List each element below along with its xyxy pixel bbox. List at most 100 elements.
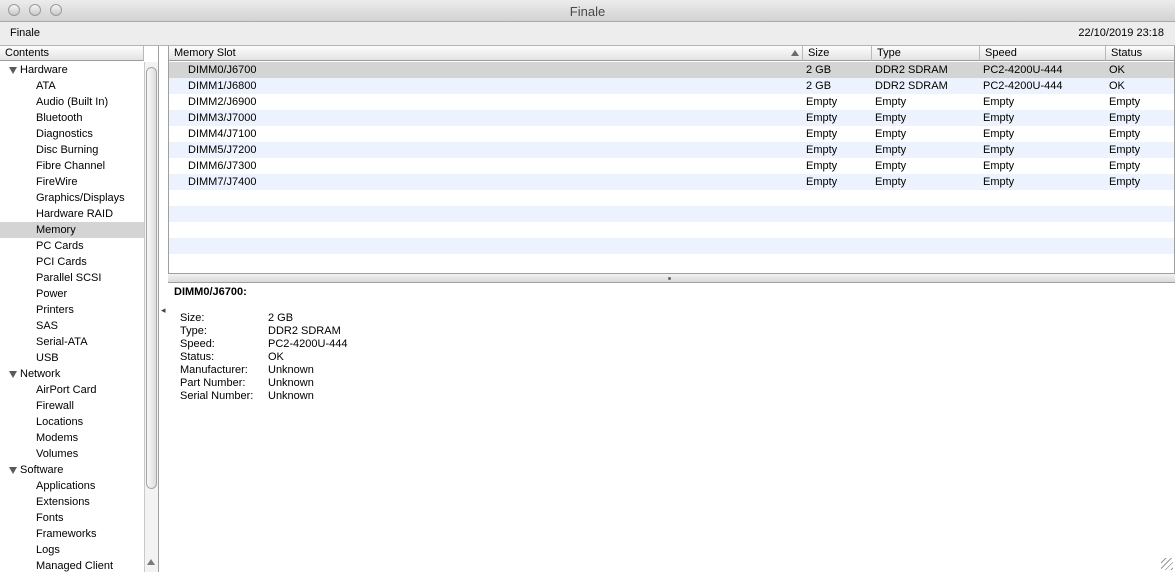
sidebar-item[interactable]: Serial-ATA [0,334,144,350]
sidebar-category[interactable]: Network [0,366,144,382]
column-header-size[interactable]: Size [803,46,872,61]
sidebar-item[interactable]: PC Cards [0,238,144,254]
sidebar-item[interactable]: Locations [0,414,144,430]
sidebar-item-label: Applications [36,480,96,492]
sidebar-item-label: Volumes [36,448,79,460]
table-row[interactable]: DIMM6/J7300 Empty Empty Empty Empty [169,158,1174,174]
table-row [169,206,1174,222]
split-handle-icon [668,277,671,280]
disclosure-triangle-icon[interactable] [9,371,17,378]
sidebar-item-label: Disc Burning [36,144,99,156]
sidebar-item[interactable]: Graphics/Displays [0,190,144,206]
cell-speed: Empty [983,144,1015,156]
contents-column-header[interactable]: Contents [0,46,144,61]
sidebar-item-label: Network [20,368,61,380]
sidebar-item[interactable]: PCI Cards [0,254,144,270]
sidebar-item[interactable]: Audio (Built In) [0,94,144,110]
sidebar-item[interactable]: Firewall [0,398,144,414]
sidebar-item[interactable]: Extensions [0,494,144,510]
cell-speed: Empty [983,176,1015,188]
disclosure-triangle-icon[interactable] [9,467,17,474]
sidebar-item[interactable]: Applications [0,478,144,494]
sidebar-item[interactable]: Parallel SCSI [0,270,144,286]
table-row[interactable]: DIMM5/J7200 Empty Empty Empty Empty [169,142,1174,158]
horizontal-split-bar[interactable] [168,274,1175,283]
window-resize-grip-icon[interactable] [1161,558,1173,570]
computer-header: Finale 22/10/2019 23:18 [0,22,1175,46]
cell-speed: PC2-4200U-444 [983,80,1063,92]
sidebar-scroll-thumb[interactable] [146,67,157,489]
table-row[interactable]: DIMM7/J7400 Empty Empty Empty Empty [169,174,1174,190]
report-datetime: 22/10/2019 23:18 [1078,27,1164,39]
computer-name: Finale [10,27,40,39]
sidebar-item[interactable]: Hardware RAID [0,206,144,222]
cell-status: Empty [1109,176,1141,188]
sidebar-item-label: Firewall [36,400,74,412]
cell-speed: Empty [983,112,1015,124]
cell-size: Empty [806,144,838,156]
column-header-memory-slot[interactable]: Memory Slot [169,46,803,61]
sidebar-item[interactable]: Modems [0,430,144,446]
cell-speed: Empty [983,96,1015,108]
sidebar-category[interactable]: Software [0,462,144,478]
sidebar-item[interactable]: Managed Client [0,558,144,572]
sidebar-item[interactable]: FireWire [0,174,144,190]
sidebar-item[interactable]: Memory [0,222,144,238]
sidebar-item[interactable]: Frameworks [0,526,144,542]
cell-type: DDR2 SDRAM [875,80,948,92]
sidebar-item[interactable]: SAS [0,318,144,334]
sidebar-item-label: FireWire [36,176,78,188]
cell-memory-slot: DIMM3/J7000 [188,112,257,124]
table-row[interactable]: DIMM0/J6700 2 GB DDR2 SDRAM PC2-4200U-444 OK [169,62,1174,78]
sidebar-item-label: Locations [36,416,84,428]
sidebar-item[interactable]: AirPort Card [0,382,144,398]
sidebar-item-label: Bluetooth [36,112,83,124]
disclosure-triangle-icon[interactable] [9,67,17,74]
cell-memory-slot: DIMM1/J6800 [188,80,257,92]
sidebar-scrollbar[interactable] [144,62,158,572]
sidebar-item[interactable]: Bluetooth [0,110,144,126]
sidebar-item-label: PC Cards [36,240,84,252]
sidebar-item[interactable]: Volumes [0,446,144,462]
detail-field-key: Status: [180,351,215,363]
sidebar-item[interactable]: Fonts [0,510,144,526]
cell-size: Empty [806,128,838,140]
detail-field-value: PC2-4200U-444 [268,338,348,350]
sidebar-item-label: Diagnostics [36,128,93,140]
cell-speed: Empty [983,128,1015,140]
title-bar: Finale [0,0,1175,22]
cell-status: OK [1109,64,1125,76]
sidebar-item[interactable]: Printers [0,302,144,318]
detail-field-key: Size: [180,312,205,324]
table-row[interactable]: DIMM1/J6800 2 GB DDR2 SDRAM PC2-4200U-444 OK [169,78,1174,94]
scroll-up-arrow-icon[interactable] [147,559,155,565]
sidebar-item-label: Memory [36,224,76,236]
vertical-split-handle-icon[interactable]: ◂ [161,305,166,316]
sort-ascending-icon [791,50,799,56]
cell-status: Empty [1109,112,1141,124]
sidebar-item[interactable]: Fibre Channel [0,158,144,174]
sidebar-category[interactable]: Hardware [0,62,144,78]
table-row[interactable]: DIMM2/J6900 Empty Empty Empty Empty [169,94,1174,110]
sidebar-item[interactable]: Diagnostics [0,126,144,142]
sidebar-item-label: Serial-ATA [36,336,88,348]
sidebar-item-label: Frameworks [36,528,97,540]
sidebar-item-label: Printers [36,304,74,316]
detail-field-value: Unknown [268,377,314,389]
cell-size: 2 GB [806,80,832,92]
sidebar-item[interactable]: Power [0,286,144,302]
table-row [169,238,1174,254]
sidebar-item[interactable]: Disc Burning [0,142,144,158]
detail-field-key: Serial Number: [180,390,254,402]
table-row[interactable]: DIMM4/J7100 Empty Empty Empty Empty [169,126,1174,142]
column-header-status[interactable]: Status [1106,46,1174,61]
sidebar-item-label: Software [20,464,64,476]
sidebar-item[interactable]: USB [0,350,144,366]
table-row[interactable]: DIMM3/J7000 Empty Empty Empty Empty [169,110,1174,126]
sidebar-item[interactable]: ATA [0,78,144,94]
column-header-speed[interactable]: Speed [980,46,1106,61]
cell-memory-slot: DIMM7/J7400 [188,176,257,188]
column-header-type[interactable]: Type [872,46,980,61]
sidebar-item[interactable]: Logs [0,542,144,558]
detail-pane: DIMM0/J6700: Size: 2 GB Type: DDR2 SDRAM Spe… [168,283,1175,572]
